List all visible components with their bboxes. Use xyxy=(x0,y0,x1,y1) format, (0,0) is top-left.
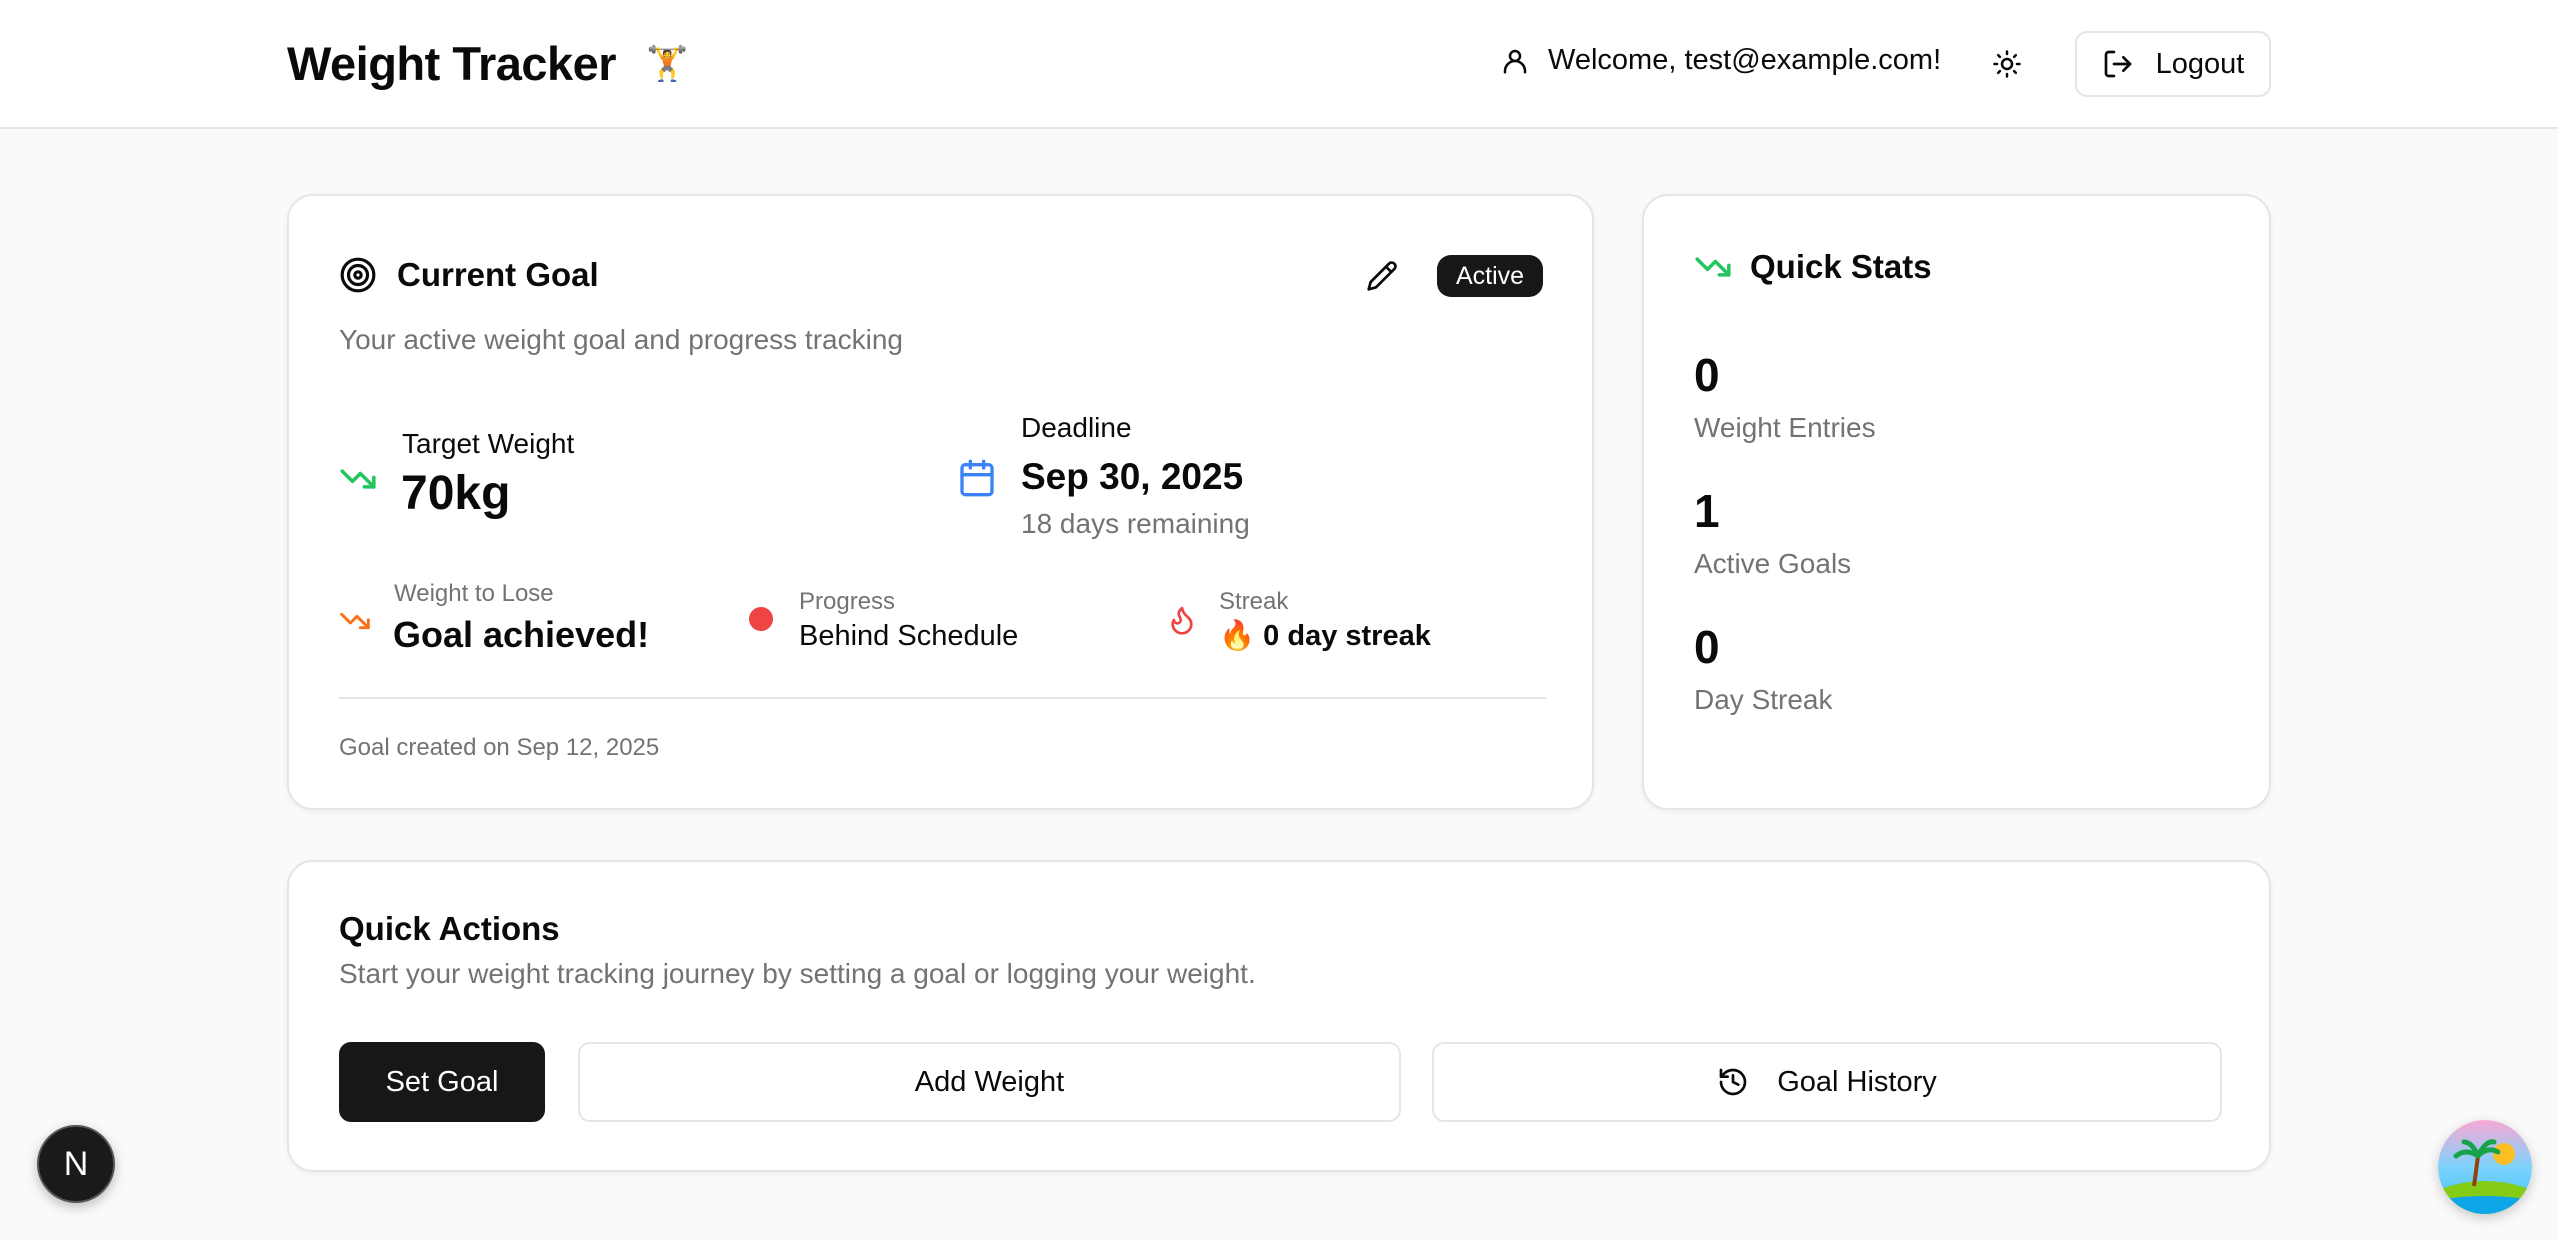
target-weight-label: Target Weight xyxy=(402,428,575,459)
user-icon xyxy=(1503,49,1527,73)
trending-down-icon xyxy=(340,469,376,489)
quick-actions-title: Quick Actions xyxy=(339,910,560,947)
target-weight-value: 70kg xyxy=(401,467,511,520)
logout-label: Logout xyxy=(2155,47,2245,80)
quick-actions-card: Quick Actions Start your weight tracking… xyxy=(287,860,2271,1172)
streak-value: 🔥 0 day streak xyxy=(1219,620,1431,652)
theme-toggle-button[interactable] xyxy=(1985,42,2029,86)
progress-label: Progress xyxy=(799,588,896,615)
quick-stats-card: Quick Stats 0 Weight Entries 1 Active Go… xyxy=(1642,194,2271,810)
trending-down-icon xyxy=(1695,257,1731,277)
goal-history-button[interactable]: Goal History xyxy=(1432,1042,2222,1122)
progress-value: Behind Schedule xyxy=(799,620,1019,652)
welcome-text: Welcome, test@example.com! xyxy=(1548,44,1942,76)
progress-status-dot xyxy=(749,607,773,631)
days-remaining: 18 days remaining xyxy=(1021,508,1250,539)
weight-to-lose-value: Goal achieved! xyxy=(393,614,650,655)
current-goal-title: Current Goal xyxy=(397,256,599,293)
app-title: Weight Tracker xyxy=(287,37,617,90)
quick-stats-title: Quick Stats xyxy=(1750,248,1932,285)
avatar[interactable] xyxy=(2438,1120,2532,1214)
nextjs-dev-badge[interactable]: N xyxy=(37,1125,115,1203)
deadline-value: Sep 30, 2025 xyxy=(1021,456,1244,497)
brand: Weight Tracker 🏋️ xyxy=(287,36,688,91)
target-icon xyxy=(340,257,376,293)
add-weight-button[interactable]: Add Weight xyxy=(578,1042,1401,1122)
history-icon xyxy=(1719,1068,1747,1096)
calendar-icon xyxy=(960,459,994,497)
streak-label: Streak xyxy=(1219,588,1289,615)
welcome-message: Welcome, test@example.com! xyxy=(1500,44,1941,77)
flame-icon xyxy=(1171,606,1193,635)
status-badge: Active xyxy=(1437,255,1544,297)
goal-created-date: Goal created on Sep 12, 2025 xyxy=(339,734,660,761)
weightlifter-emoji: 🏋️ xyxy=(646,44,689,83)
sun-icon xyxy=(1993,50,2021,78)
divider xyxy=(339,697,1546,699)
trending-down-icon xyxy=(340,612,370,630)
set-goal-button[interactable]: Set Goal xyxy=(339,1042,545,1122)
stat-active-goals-label: Active Goals xyxy=(1694,548,1852,579)
stat-day-streak-label: Day Streak xyxy=(1694,684,1833,715)
goal-history-label: Goal History xyxy=(1777,1065,1937,1098)
stat-weight-entries-label: Weight Entries xyxy=(1694,412,1876,443)
edit-goal-button[interactable] xyxy=(1362,256,1402,296)
stat-day-streak-value: 0 xyxy=(1694,621,1720,673)
pencil-icon xyxy=(1367,261,1397,291)
stat-weight-entries-value: 0 xyxy=(1694,349,1720,401)
current-goal-card: Current Goal Active Your active weight g… xyxy=(287,194,1594,810)
stat-active-goals-value: 1 xyxy=(1694,485,1720,537)
top-header: Weight Tracker 🏋️ Welcome, test@example.… xyxy=(0,0,2558,129)
quick-stats-heading: Quick Stats xyxy=(1694,248,1932,286)
island-avatar-icon xyxy=(2438,1120,2532,1214)
weight-to-lose-label: Weight to Lose xyxy=(394,580,554,607)
deadline-label: Deadline xyxy=(1021,412,1132,443)
logout-icon xyxy=(2104,50,2131,78)
goal-description: Your active weight goal and progress tra… xyxy=(339,324,903,355)
current-goal-heading: Current Goal xyxy=(339,256,599,294)
quick-actions-description: Start your weight tracking journey by se… xyxy=(339,958,1256,989)
logout-button[interactable]: Logout xyxy=(2075,31,2271,97)
